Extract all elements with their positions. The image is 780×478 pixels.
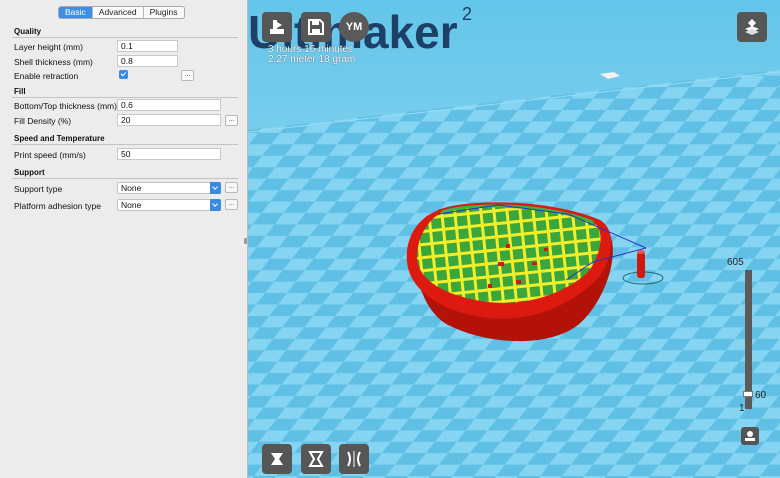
build-plate-scene: Ultimaker 2 [248,0,780,478]
scale-icon [308,451,324,467]
fill-density-input[interactable]: 20 [117,114,221,126]
platform-adhesion-label: Platform adhesion type [14,201,101,211]
enable-retraction-checkbox[interactable] [119,70,128,79]
fill-more-button[interactable]: ... [225,115,238,126]
mirror-button[interactable] [339,444,369,474]
support-type-value: None [121,183,142,193]
watermark-superscript: 2 [462,4,472,24]
shell-thickness-input[interactable]: 0.8 [117,55,178,67]
print-material: 2.27 meter 18 gram [268,54,356,65]
mirror-icon [347,451,361,467]
support-more-button[interactable]: ... [225,182,238,193]
platform-adhesion-value: None [121,200,142,210]
layer-slider-track[interactable] [745,270,752,409]
divider [12,37,238,38]
chevron-down-icon [210,182,221,194]
layer-max-label: 605 [727,257,744,268]
print-speed-label: Print speed (mm/s) [14,150,86,160]
bottom-top-thickness-label: Bottom/Top thickness (mm) [14,101,117,111]
load-model-button[interactable] [262,12,292,42]
rotate-icon [271,453,283,465]
print-estimate: 3 hours 16 minutes 2.27 meter 18 gram [268,45,355,65]
tab-basic[interactable]: Basic [59,7,93,18]
layer-slider-handle[interactable] [743,391,753,397]
section-title-speed: Speed and Temperature [14,134,105,143]
settings-panel: Basic Advanced Plugins Quality Layer hei… [0,0,248,478]
print-speed-input[interactable]: 50 [117,148,221,160]
support-type-select[interactable]: None [117,182,221,194]
support-type-label: Support type [14,184,63,194]
section-title-support: Support [14,168,45,177]
layer-min-label: 1 [739,403,745,414]
divider [12,144,238,145]
view-mode-button[interactable] [737,12,767,42]
divider [12,178,238,179]
retraction-more-button[interactable]: ... [181,70,194,81]
shell-thickness-label: Shell thickness (mm) [14,57,93,67]
view-mode-icon [745,19,759,35]
bottom-top-thickness-input[interactable]: 0.6 [117,99,221,111]
rotate-button[interactable] [262,444,292,474]
settings-tabs: Basic Advanced Plugins [58,6,185,19]
chevron-down-icon [210,199,221,211]
tab-plugins[interactable]: Plugins [144,7,184,18]
adhesion-more-button[interactable]: ... [225,199,238,210]
load-model-icon [270,20,284,34]
section-title-fill: Fill [14,87,26,96]
ym-button[interactable]: YM [339,12,369,42]
3d-viewport[interactable]: Ultimaker 2 3 hours 16 minutes 2.27 mete… [248,0,780,478]
panel-splitter-handle[interactable] [244,238,247,244]
enable-retraction-label: Enable retraction [14,71,79,81]
divider [12,97,238,98]
scale-button[interactable] [301,444,331,474]
layer-view-icon [745,431,755,441]
layer-height-input[interactable]: 0.1 [117,40,178,52]
save-icon [308,19,324,35]
fill-density-label: Fill Density (%) [14,116,72,126]
platform-adhesion-select[interactable]: None [117,199,221,211]
tab-advanced[interactable]: Advanced [93,7,144,18]
layer-current-label: 60 [755,390,767,401]
save-button[interactable] [301,12,331,42]
layer-height-label: Layer height (mm) [14,42,83,52]
section-title-quality: Quality [14,27,42,36]
layer-view-button[interactable] [741,427,759,445]
